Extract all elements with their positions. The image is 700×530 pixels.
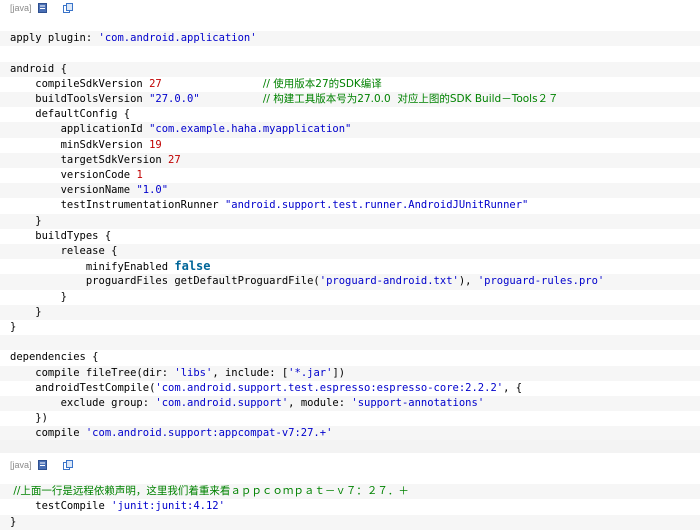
code-token: applicationId <box>10 123 150 136</box>
view-source-icon[interactable] <box>37 3 47 13</box>
code-line: buildToolsVersion "27.0.0" // 构建工具版本号为27… <box>0 92 700 108</box>
code-token: 'libs' <box>174 366 213 379</box>
code-line: buildTypes { <box>0 229 700 244</box>
code-token: 'com.android.support.test.espresso:espre… <box>155 381 504 394</box>
code-line: minifyEnabled false <box>0 259 700 274</box>
code-token: // 构建工具版本号为27.0.0 对应上图的SDK Build－Tools２７ <box>262 93 559 105</box>
code-line: targetSdkVersion 27 <box>0 152 700 168</box>
code-line: versionCode 1 <box>0 168 700 183</box>
code-line: applicationId "com.example.haha.myapplic… <box>0 122 700 138</box>
code-token: 'junit:junit:4.12' <box>111 500 225 513</box>
code-line: compileSdkVersion 27 // 使用版本27的SDK编译 <box>0 77 700 92</box>
code-token: 1 <box>136 169 143 181</box>
code-token: }) <box>10 412 48 425</box>
code-token: false <box>174 259 211 274</box>
code-line: minSdkVersion 19 <box>0 138 700 153</box>
code-token: ]) <box>332 366 346 379</box>
code-token: targetSdkVersion <box>10 153 169 166</box>
code-token: buildToolsVersion <box>10 93 150 105</box>
code-token: 19 <box>149 138 162 151</box>
code-line: } <box>0 514 700 530</box>
code-token: } <box>10 214 42 227</box>
code-token: // 使用版本27的SDK编译 <box>262 77 382 90</box>
code-line: androidTestCompile('com.android.support.… <box>0 381 700 396</box>
code-token: , module: <box>288 397 352 409</box>
code-line: defaultConfig { <box>0 107 700 122</box>
code-line: //上面一行是远程依赖声明，这里我们着重来看ａｐｐｃｏｍｐａｔ－ｖ７：２７．＋ <box>0 484 700 500</box>
code-token: testCompile <box>10 500 112 513</box>
code-line: } <box>0 213 700 229</box>
code-token: release { <box>10 245 118 257</box>
code-token: versionName <box>10 184 137 197</box>
code-token: } <box>10 515 17 528</box>
code-token: compileSdkVersion <box>10 77 150 90</box>
code-token: androidTestCompile( <box>10 381 156 394</box>
copy-icon[interactable] <box>62 3 73 13</box>
code-token: buildTypes { <box>10 229 112 242</box>
code-line: } <box>0 320 700 335</box>
code-token: compile fileTree(dir: <box>10 366 175 379</box>
code-token: apply plugin: <box>10 32 99 45</box>
code-token: } <box>10 321 17 333</box>
code-line: } <box>0 304 700 320</box>
code-line: }) <box>0 411 700 426</box>
code-token: dependencies { <box>10 351 99 364</box>
code-line: apply plugin: 'com.android.application' <box>0 31 700 47</box>
code-token: proguardFiles getDefaultProguardFile( <box>10 275 320 288</box>
code-token: 'support-annotations' <box>351 397 485 409</box>
code-token: 'com.android.application' <box>98 32 257 45</box>
code-line: dependencies { <box>0 350 700 365</box>
code-token: //上面一行是远程依赖声明，这里我们着重来看ａｐｐｃｏｍｐａｔ－ｖ７：２７．＋ <box>10 485 409 498</box>
code-token: "1.0" <box>136 184 169 197</box>
code-line: proguardFiles getDefaultProguardFile('pr… <box>0 274 700 290</box>
code-token: testInstrumentationRunner <box>10 199 225 212</box>
code-token: "android.support.test.runner.AndroidJUni… <box>224 199 529 212</box>
code-line: testInstrumentationRunner "android.suppo… <box>0 198 700 213</box>
code-token: minifyEnabled <box>10 261 175 274</box>
code-token: 27 <box>149 77 162 90</box>
code-token: , { <box>503 381 523 394</box>
code-line: release { <box>0 244 700 260</box>
code-line: compile fileTree(dir: 'libs', include: [… <box>0 365 700 381</box>
code-token: 'proguard-rules.pro' <box>477 275 605 288</box>
code-token: android { <box>10 62 67 75</box>
code-token: 'com.android.support' <box>155 397 289 409</box>
code-token: 27 <box>168 153 181 166</box>
code-token: "27.0.0" <box>149 93 200 105</box>
code-line: } <box>0 290 700 305</box>
code-token: compile <box>10 427 86 440</box>
language-tag: [java] <box>10 3 32 13</box>
code-token: versionCode <box>10 169 137 181</box>
code-token: } <box>10 305 42 318</box>
code-token: , include: [ <box>212 366 289 379</box>
code-line <box>0 335 700 351</box>
code-token: '*.jar' <box>288 366 333 379</box>
code-line: exclude group: 'com.android.support', mo… <box>0 396 700 412</box>
code-token: } <box>10 290 67 303</box>
code-token: 'com.android.support:appcompat-v7:27.+' <box>85 427 333 440</box>
code-token: "com.example.haha.myapplication" <box>149 123 352 136</box>
code-line: android { <box>0 61 700 77</box>
code-token: 'proguard-android.txt' <box>319 275 459 288</box>
code-token: ), <box>458 275 478 288</box>
code-token: minSdkVersion <box>10 138 150 151</box>
code-toolbar: [java] <box>0 0 73 16</box>
code-line: testCompile 'junit:junit:4.12' <box>0 499 700 514</box>
code-token: exclude group: <box>10 397 156 409</box>
code-token: defaultConfig { <box>10 108 131 121</box>
code-line: versionName "1.0" <box>0 183 700 199</box>
block-separator <box>0 440 700 453</box>
